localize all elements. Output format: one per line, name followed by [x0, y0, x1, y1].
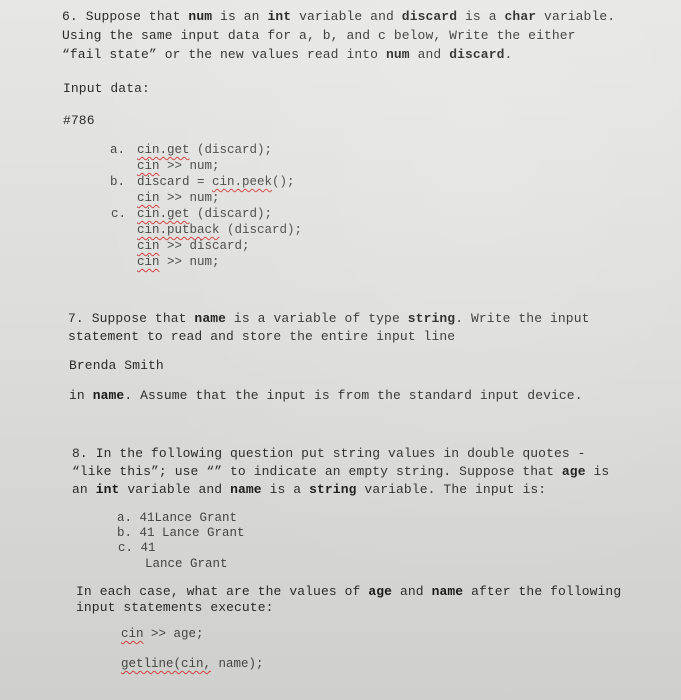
input-item: b. 41 Lance Grant	[117, 526, 245, 540]
q6-line-1: 6. Suppose that num is an int variable a…	[62, 9, 616, 24]
q8-line-3: an int variable and name is a string var…	[72, 482, 547, 497]
code-line: cin >> num;	[137, 159, 220, 173]
part-label: b.	[110, 175, 126, 189]
statement-cin: cin >> age;	[121, 627, 204, 641]
input-item: a. 41Lance Grant	[117, 511, 238, 525]
q6-line-2: Using the same input data for a, b, and …	[62, 28, 576, 43]
input-data-label: Input data:	[63, 81, 150, 96]
part-label: a.	[110, 143, 126, 157]
input-item: c. 41	[118, 541, 156, 555]
q8-line-1: 8. In the following question put string …	[72, 446, 586, 461]
code-line: cin.get (discard);	[137, 143, 273, 157]
q7-example-input: Brenda Smith	[69, 358, 164, 373]
statement-getline: getline(cin, name);	[121, 657, 264, 671]
q7-line-3: in name. Assume that the input is from t…	[69, 388, 583, 403]
q6-line-3: “fail state” or the new values read into…	[62, 47, 513, 62]
code-line: cin.putback (discard);	[137, 223, 303, 237]
input-item: Lance Grant	[145, 557, 228, 571]
code-line: cin >> discard;	[137, 239, 250, 253]
code-line: cin >> num;	[137, 255, 220, 269]
code-line: cin >> num;	[137, 191, 220, 205]
code-line: cin.get (discard);	[137, 207, 273, 221]
code-line: discard = cin.peek();	[137, 175, 295, 189]
part-label: c.	[111, 207, 127, 221]
q8-line-4: In each case, what are the values of age…	[76, 584, 622, 599]
q8-line-5: input statements execute:	[76, 600, 274, 615]
q8-line-2: “like this”; use “” to indicate an empty…	[72, 464, 610, 479]
q7-line-2: statement to read and store the entire i…	[68, 329, 456, 344]
input-data-value: #786	[63, 113, 95, 128]
q7-line-1: 7. Suppose that name is a variable of ty…	[68, 311, 590, 326]
